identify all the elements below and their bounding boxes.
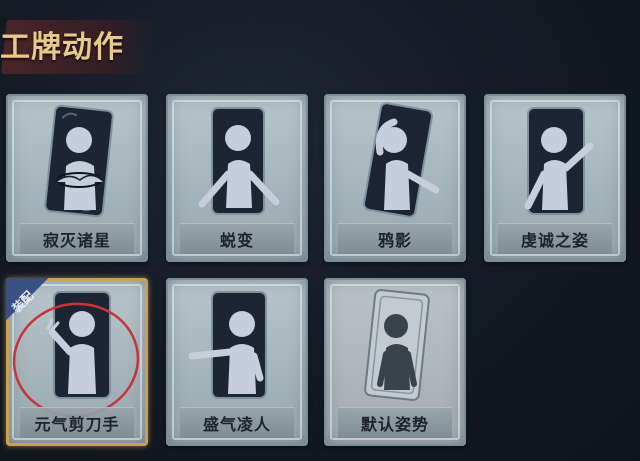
card-label: 默认姿势 [338,407,452,438]
card-pose-2[interactable]: 蜕变 [166,94,308,262]
card-pose-3[interactable]: 鸦影 [324,94,466,262]
card-label: 寂灭诸星 [20,223,134,254]
card-pose-7[interactable]: 默认姿势 [324,278,466,446]
equipped-badge: 装配 [6,278,52,324]
page-title: 工牌动作 [0,30,124,65]
card-pose-5-equipped[interactable]: 装配 元气剪刀手 [6,278,148,446]
card-pose-4[interactable]: 虔诚之姿 [484,94,626,262]
card-pose-6[interactable]: 盛气凌人 [166,278,308,446]
card-label: 蜕变 [180,223,294,254]
card-label: 元气剪刀手 [20,407,134,438]
card-label: 虔诚之姿 [498,223,612,254]
page-header: 工牌动作 [0,14,180,76]
card-label: 盛气凌人 [180,407,294,438]
card-pose-1[interactable]: 寂灭诸星 [6,94,148,262]
card-label: 鸦影 [338,223,452,254]
